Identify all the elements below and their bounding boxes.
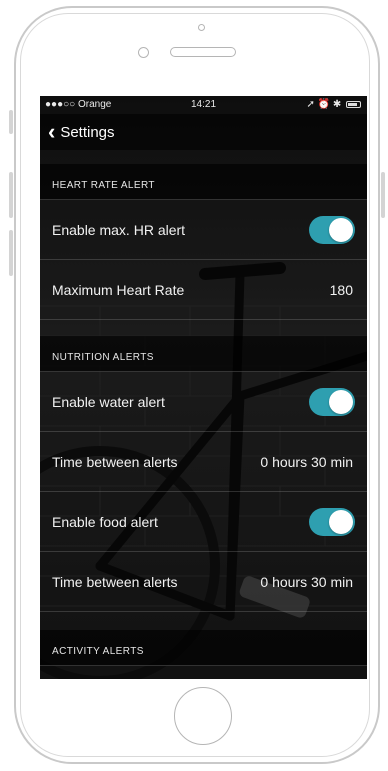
row-label: Time between alerts — [52, 573, 178, 590]
navigation-bar: ‹ Settings — [40, 114, 367, 150]
status-bar: ●●●○○ Orange 14:21 ➚ ⏰ ✱ — [40, 96, 367, 114]
row-label: Time between alerts — [52, 453, 178, 470]
status-icons-glyphs: ➚ ⏰ ✱ — [306, 99, 342, 110]
max-hr-alert-toggle[interactable] — [309, 215, 355, 244]
back-button[interactable]: ‹ Settings — [48, 119, 115, 144]
section-title: HEART RATE ALERT — [52, 180, 155, 191]
toggle-knob — [329, 389, 353, 414]
row-maximum-heart-rate[interactable]: Maximum Heart Rate 180 — [40, 260, 367, 320]
row-water-time-between-alerts[interactable]: Time between alerts 0 hours 30 min — [40, 432, 367, 492]
water-alert-toggle[interactable] — [309, 387, 355, 416]
row-enable-food-alert: Enable food alert — [40, 492, 367, 552]
row-label: Enable water alert — [52, 393, 165, 410]
food-alert-toggle[interactable] — [309, 507, 355, 536]
food-interval-value: 0 hours 30 min — [260, 573, 353, 590]
chevron-left-icon: ‹ — [48, 119, 56, 144]
section-title: ACTIVITY ALERTS — [52, 646, 144, 657]
app-screen: ●●●○○ Orange 14:21 ➚ ⏰ ✱ ‹ Settings HEAR… — [40, 96, 367, 679]
front-camera — [138, 47, 149, 58]
earpiece-speaker — [170, 47, 236, 57]
back-label: Settings — [60, 123, 115, 141]
row-label: Enable food alert — [52, 513, 158, 530]
section-header-nutrition: NUTRITION ALERTS — [40, 336, 367, 372]
water-interval-value: 0 hours 30 min — [260, 453, 353, 470]
row-food-time-between-alerts[interactable]: Time between alerts 0 hours 30 min — [40, 552, 367, 612]
section-header-heart-rate: HEART RATE ALERT — [40, 164, 367, 200]
toggle-knob — [329, 509, 353, 534]
proximity-sensor — [198, 24, 205, 31]
toggle-knob — [329, 217, 353, 242]
row-enable-water-alert: Enable water alert — [40, 372, 367, 432]
power-button — [381, 172, 385, 218]
row-enable-max-hr-alert: Enable max. HR alert — [40, 200, 367, 260]
status-icons: ➚ ⏰ ✱ — [306, 99, 361, 110]
home-button[interactable] — [174, 687, 232, 745]
section-title: NUTRITION ALERTS — [52, 352, 154, 363]
battery-icon — [346, 100, 361, 108]
max-heart-rate-value: 180 — [329, 281, 353, 298]
row-label: Maximum Heart Rate — [52, 281, 185, 298]
mute-switch — [9, 110, 13, 134]
row-label: Enable max. HR alert — [52, 221, 186, 238]
volume-down-button — [9, 230, 13, 276]
section-header-activity: ACTIVITY ALERTS — [40, 630, 367, 666]
volume-up-button — [9, 172, 13, 218]
